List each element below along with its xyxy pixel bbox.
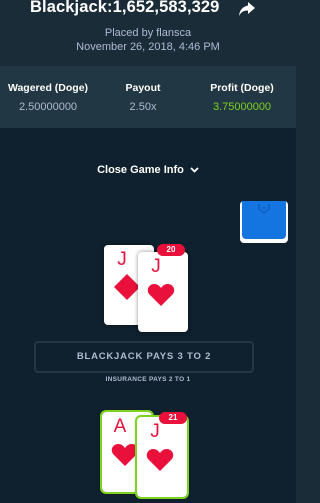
player-card-2: J	[135, 415, 189, 499]
heart-icon	[146, 449, 174, 471]
heart-icon	[147, 284, 175, 306]
close-game-info-button[interactable]: Close Game Info	[0, 164, 296, 176]
card-back	[242, 201, 286, 239]
profit-label: Profit (Doge)	[210, 82, 274, 94]
chevron-down-icon	[190, 167, 199, 173]
profit-value: 3.75000000	[212, 101, 272, 113]
insurance-pays-text: INSURANCE PAYS 2 TO 1	[105, 376, 191, 383]
share-arrow-icon[interactable]	[238, 1, 256, 17]
close-game-info-label: Close Game Info	[97, 164, 184, 176]
title-row: Blackjack:1,652,583,329	[0, 0, 296, 20]
card-rank: J	[151, 256, 161, 277]
card-rank: A	[113, 416, 127, 437]
payout-label: Payout	[125, 82, 161, 94]
card-deck-icon	[240, 201, 288, 243]
bet-date: November 26, 2018, 4:46 PM	[76, 41, 220, 53]
dealer-score-badge: 20	[157, 244, 185, 256]
dealer-card-2: J	[138, 252, 188, 332]
game-area: Close Game Info J J 20 BLACKJACK PAYS 3 …	[0, 128, 296, 503]
player-score-badge: 21	[159, 412, 187, 424]
blackjack-pays-banner: BLACKJACK PAYS 3 TO 2	[34, 341, 254, 373]
bet-title: Blackjack:1,652,583,329	[30, 0, 220, 16]
wagered-label: Wagered (Doge)	[7, 82, 89, 94]
diamond-icon	[114, 274, 140, 300]
wagered-stat: Wagered (Doge) 2.50000000	[0, 82, 96, 113]
card-rank: J	[117, 249, 127, 270]
heart-icon	[111, 444, 139, 466]
payout-value: 2.50x	[129, 101, 157, 113]
wagered-value: 2.50000000	[18, 101, 78, 113]
payout-stat: Payout 2.50x	[100, 82, 186, 113]
profit-stat: Profit (Doge) 3.75000000	[194, 82, 290, 113]
placed-by: Placed by flansca	[104, 27, 192, 39]
deck-glyph-icon	[258, 204, 270, 214]
bet-header: Blackjack:1,652,583,329 Placed by flansc…	[0, 0, 296, 66]
bet-stats: Wagered (Doge) 2.50000000 Payout 2.50x P…	[0, 66, 296, 128]
card-rank: J	[150, 421, 160, 442]
